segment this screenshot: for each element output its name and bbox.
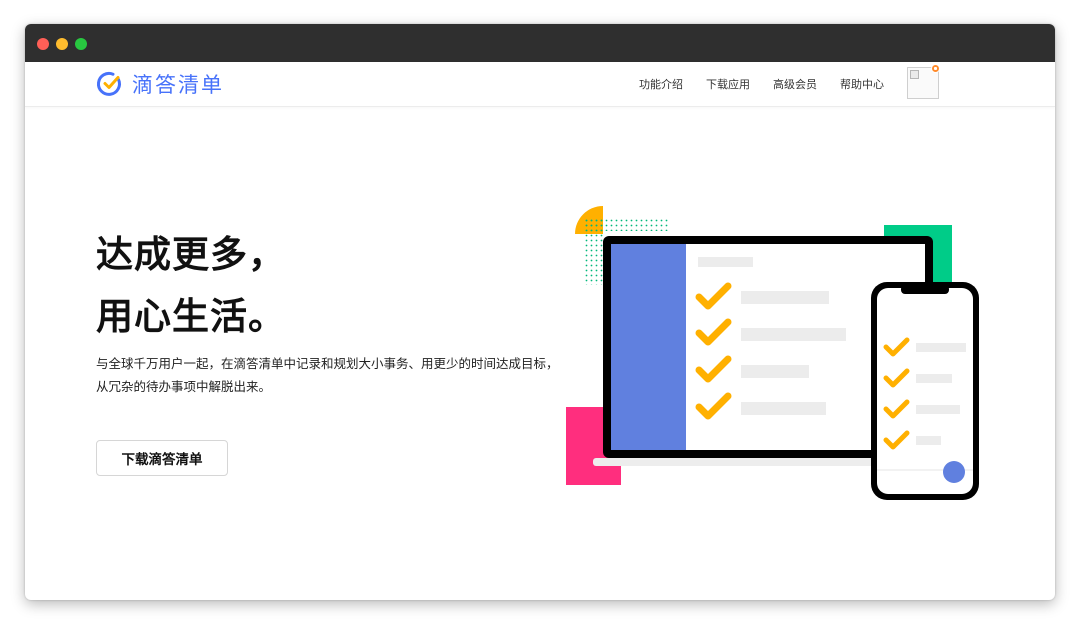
dot-grid-decor-left bbox=[583, 219, 605, 285]
task-placeholder-bar bbox=[741, 291, 829, 304]
nav-help-center[interactable]: 帮助中心 bbox=[840, 76, 884, 92]
broken-image-icon bbox=[910, 70, 919, 79]
phone-add-button bbox=[943, 461, 965, 483]
task-placeholder-bar bbox=[916, 343, 966, 352]
nav-premium[interactable]: 高级会员 bbox=[773, 76, 817, 92]
hero-title-line2: 用心生活。 bbox=[96, 295, 286, 338]
minimize-window-button[interactable] bbox=[56, 38, 68, 50]
hero-title-line1: 达成更多， bbox=[96, 233, 286, 276]
task-placeholder-bar bbox=[741, 328, 846, 341]
download-app-button[interactable]: 下载滴答清单 bbox=[96, 440, 228, 476]
hero-description: 与全球千万用户一起，在滴答清单中记录和规划大小事务、用更少的时间达成目标，从冗杂… bbox=[96, 356, 559, 394]
task-placeholder-bar bbox=[916, 405, 960, 414]
checkmark-logo-icon bbox=[96, 71, 121, 96]
close-window-button[interactable] bbox=[37, 38, 49, 50]
task-placeholder-bar bbox=[916, 374, 952, 383]
task-placeholder-bar bbox=[916, 436, 941, 445]
brand-name: 滴答清单 bbox=[132, 73, 224, 97]
browser-window: 滴答清单 功能介绍 下载应用 高级会员 帮助中心 达成更多， 用心生活。 与全球… bbox=[25, 24, 1055, 600]
nav-download[interactable]: 下载应用 bbox=[706, 76, 750, 92]
laptop-list-header bbox=[698, 257, 753, 267]
task-placeholder-bar bbox=[741, 365, 809, 378]
window-titlebar bbox=[25, 24, 1055, 62]
task-placeholder-bar bbox=[741, 402, 826, 415]
nav-features[interactable]: 功能介绍 bbox=[639, 76, 683, 92]
maximize-window-button[interactable] bbox=[75, 38, 87, 50]
brand-logo[interactable]: 滴答清单 bbox=[96, 69, 224, 99]
phone-notch bbox=[901, 285, 949, 294]
site-navbar: 滴答清单 功能介绍 下载应用 高级会员 帮助中心 bbox=[25, 62, 1055, 107]
hero-illustration bbox=[566, 206, 979, 500]
notification-badge-icon bbox=[931, 64, 940, 73]
laptop-app-sidebar bbox=[611, 244, 686, 450]
